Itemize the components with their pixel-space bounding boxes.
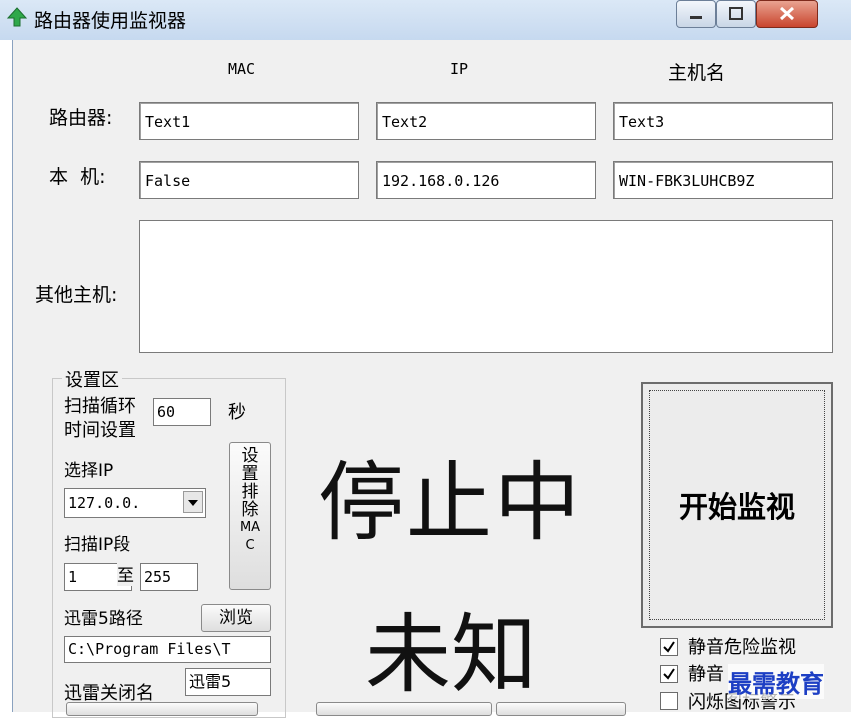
start-monitor-button[interactable]: 开始监视 (641, 382, 833, 628)
scan-range-label: 扫描IP段 (64, 535, 131, 555)
title-bar: 路由器使用监视器 (0, 0, 851, 40)
select-ip-label: 选择IP (64, 461, 114, 481)
browse-button[interactable]: 浏览 (201, 604, 271, 632)
router-hostname-field[interactable]: Text3 (613, 102, 833, 140)
bottom-action-button-2[interactable] (496, 702, 626, 716)
router-label: 路由器: (49, 107, 113, 129)
range-to-input[interactable]: 255 (140, 563, 198, 591)
ip-select-combobox[interactable]: 127.0.0. (64, 488, 206, 518)
exclude-mac-char-3: 排 (241, 482, 259, 502)
seconds-unit-label: 秒 (228, 402, 246, 423)
mute-checkbox[interactable] (660, 665, 678, 683)
maximize-icon (729, 7, 743, 20)
column-hostname: 主机名 (668, 62, 726, 84)
router-mac-field[interactable]: Text1 (139, 102, 359, 140)
exclude-mac-char-5: MA (239, 520, 261, 535)
other-hosts-textarea[interactable] (139, 220, 833, 353)
column-mac: MAC (228, 60, 256, 78)
router-ip-field[interactable]: Text2 (376, 102, 596, 140)
checkmark-icon (663, 668, 675, 680)
exclude-mac-char-6: C (245, 538, 255, 553)
local-mac-field[interactable]: False (139, 161, 359, 199)
mute-label: 静音 (688, 664, 724, 685)
window-title: 路由器使用监视器 (34, 10, 187, 32)
watermark-text: 最需教育 (728, 664, 824, 699)
start-monitor-label: 开始监视 (649, 390, 825, 620)
local-ip-field[interactable]: 192.168.0.126 (376, 161, 596, 199)
other-hosts-label: 其他主机: (35, 284, 118, 306)
monitor-result-text: 未知 (365, 605, 537, 705)
settings-group-title: 设置区 (62, 366, 122, 392)
checkmark-icon (663, 641, 675, 653)
mute-danger-label: 静音危险监视 (688, 637, 796, 658)
thunder-path-label: 迅雷5路径 (64, 609, 143, 629)
thunder-path-input[interactable]: C:\Program Files\T (64, 636, 271, 663)
range-to-label: 至 (117, 561, 134, 586)
close-icon (779, 6, 795, 21)
scan-interval-label-2: 时间设置 (64, 420, 136, 441)
minimize-button[interactable] (676, 0, 716, 28)
local-label: 本 机: (49, 166, 106, 188)
scan-interval-input[interactable]: 60 (153, 398, 211, 426)
chevron-down-icon (188, 500, 198, 506)
combobox-dropdown-button[interactable] (183, 491, 203, 513)
app-up-arrow-icon (6, 7, 28, 27)
bottom-action-button-1[interactable] (316, 702, 492, 716)
exclude-mac-char-2: 置 (241, 464, 259, 484)
minimize-icon (690, 16, 702, 19)
scan-interval-label-1: 扫描循环 (64, 396, 136, 417)
exclude-mac-char-1: 设 (241, 446, 259, 466)
maximize-button[interactable] (716, 0, 756, 28)
flash-icon-alert-checkbox[interactable] (660, 692, 678, 710)
ip-select-value: 127.0.0. (68, 494, 141, 512)
exclude-mac-button[interactable]: 设 置 排 除 MA C (229, 442, 271, 590)
monitor-state-text: 停止中 (318, 453, 582, 553)
mute-danger-checkbox[interactable] (660, 638, 678, 656)
column-ip: IP (450, 60, 469, 78)
close-button[interactable] (756, 0, 818, 28)
bottom-settings-button[interactable] (66, 702, 258, 716)
local-hostname-field[interactable]: WIN-FBK3LUHCB9Z (613, 161, 833, 199)
exclude-mac-char-4: 除 (241, 500, 259, 520)
thunder-close-input[interactable]: 迅雷5 (185, 668, 271, 696)
